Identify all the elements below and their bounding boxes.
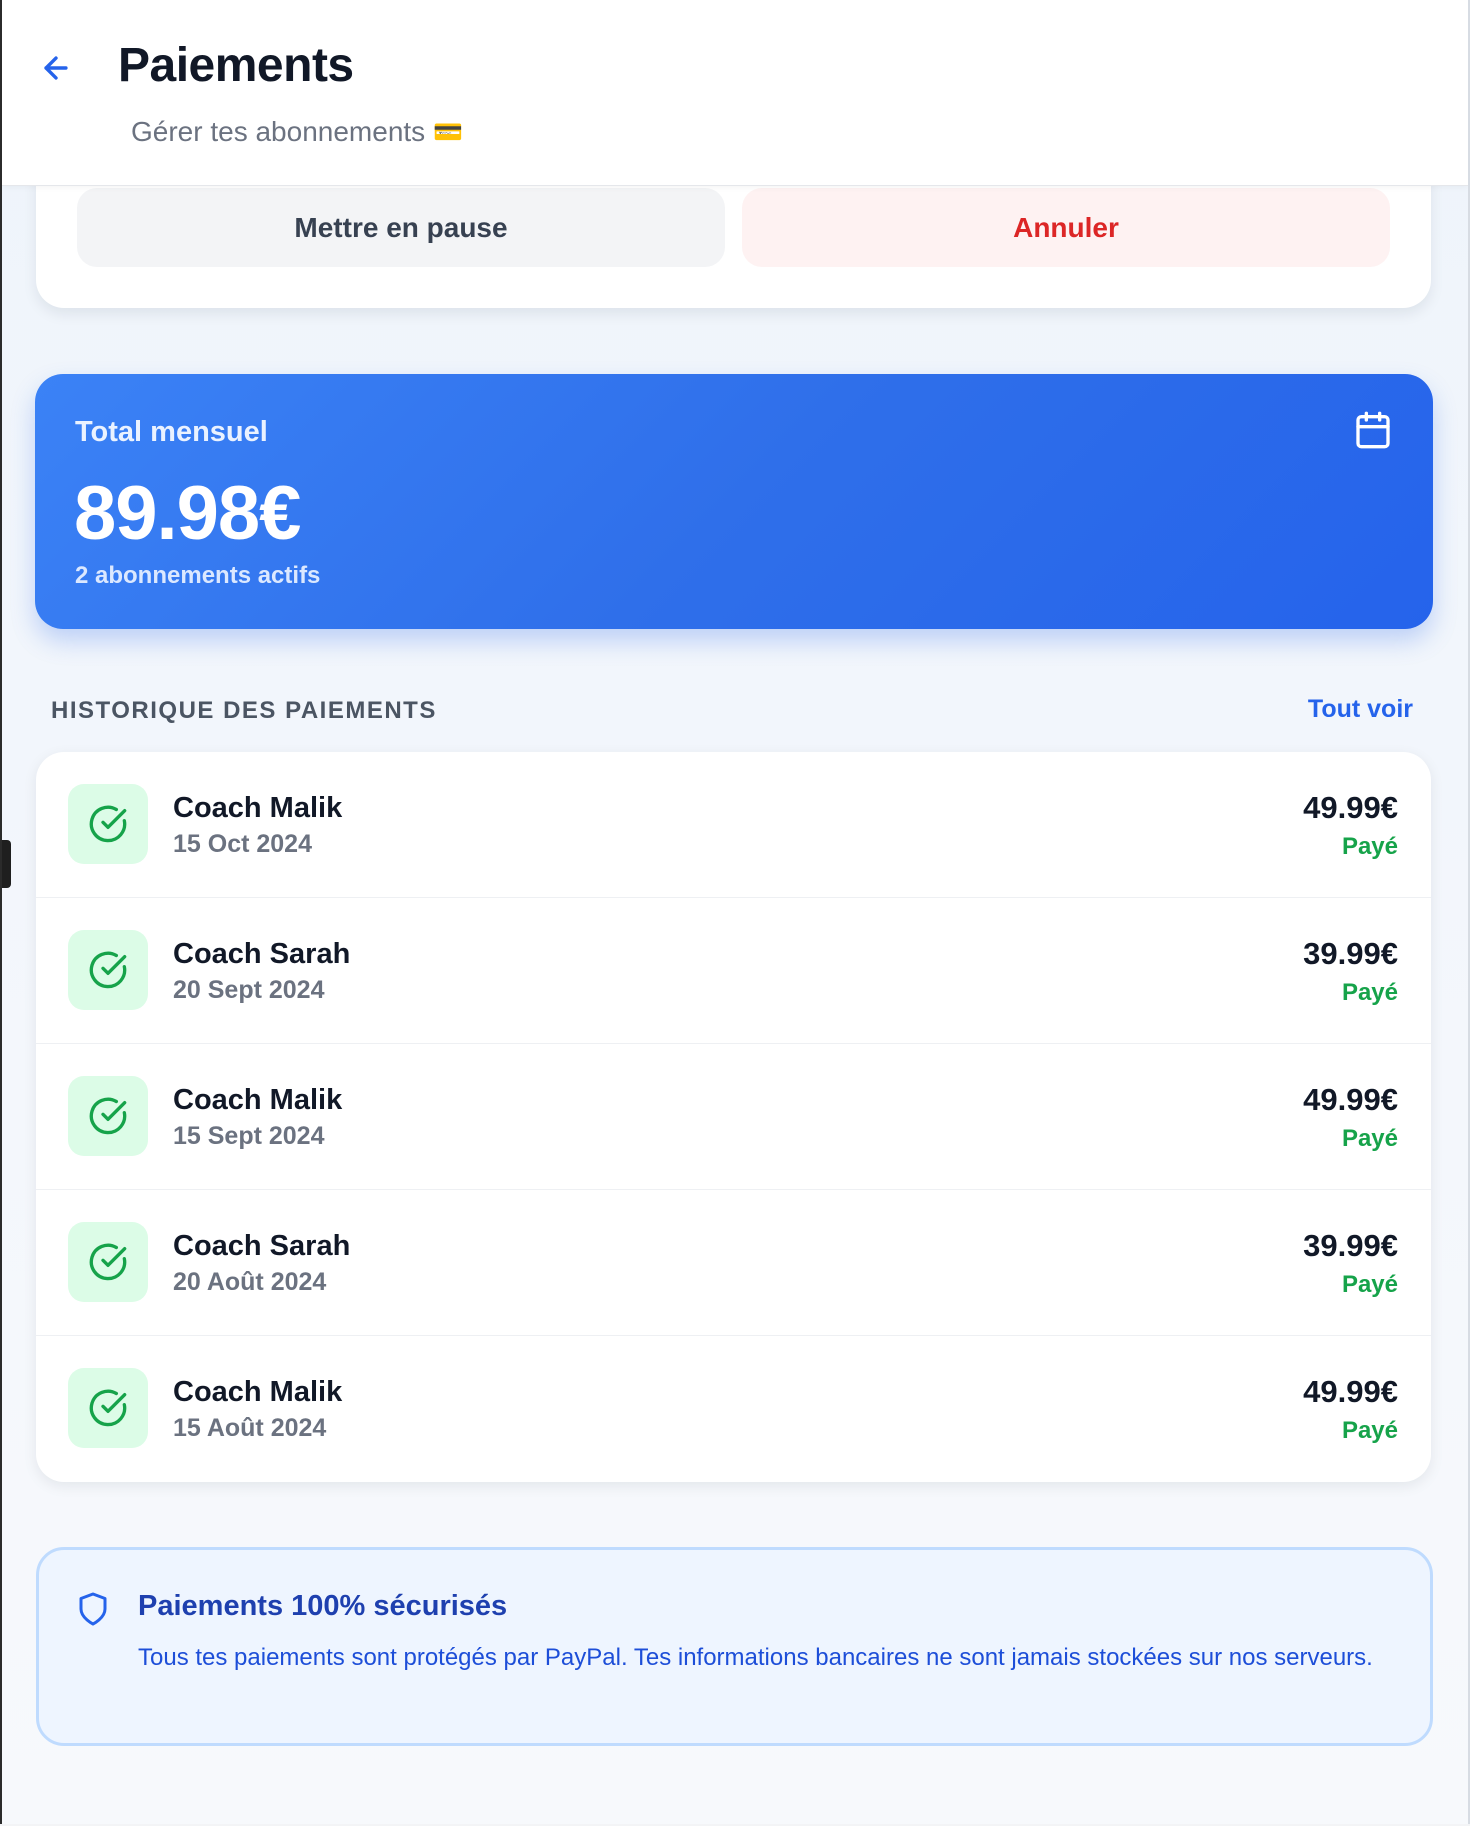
page-subtitle: Gérer tes abonnements 💳 bbox=[131, 116, 463, 148]
payments-screen: Paiements Gérer tes abonnements 💳 Mettre… bbox=[0, 0, 1470, 1824]
payment-amount: 39.99€ bbox=[1303, 1228, 1398, 1263]
check-circle-icon bbox=[68, 784, 148, 864]
page-subtitle-text: Gérer tes abonnements bbox=[131, 116, 426, 147]
payment-status: Payé bbox=[1341, 833, 1398, 860]
payment-history-list: Coach Malik 15 Oct 2024 49.99€ Payé Coac… bbox=[36, 752, 1431, 1482]
payment-date: 20 Août 2024 bbox=[173, 1268, 327, 1296]
credit-card-emoji: 💳 bbox=[433, 118, 464, 146]
payment-date: 15 Août 2024 bbox=[173, 1414, 327, 1442]
security-title: Paiements 100% sécurisés bbox=[138, 1590, 508, 1622]
payment-coach-name: Coach Sarah bbox=[173, 938, 351, 970]
security-notice: Paiements 100% sécurisés Tous tes paieme… bbox=[36, 1547, 1433, 1746]
arrow-left-icon bbox=[44, 56, 68, 80]
security-description: Tous tes paiements sont protégés par Pay… bbox=[138, 1644, 1373, 1671]
payment-date: 20 Sept 2024 bbox=[173, 976, 325, 1004]
back-button[interactable] bbox=[36, 44, 76, 92]
check-circle-icon bbox=[68, 1222, 148, 1302]
check-circle-icon bbox=[68, 930, 148, 1010]
payment-date: 15 Sept 2024 bbox=[173, 1122, 325, 1150]
total-label: Total mensuel bbox=[75, 416, 268, 448]
payment-coach-name: Coach Malik bbox=[173, 792, 343, 824]
payment-status: Payé bbox=[1341, 1271, 1398, 1298]
payment-amount: 39.99€ bbox=[1303, 936, 1398, 971]
total-amount: 89.98€ bbox=[74, 471, 301, 556]
payment-amount: 49.99€ bbox=[1303, 790, 1398, 825]
payment-status: Payé bbox=[1341, 979, 1398, 1006]
check-circle-icon bbox=[68, 1368, 148, 1448]
shield-icon bbox=[79, 1592, 107, 1626]
payment-row[interactable]: Coach Sarah 20 Sept 2024 39.99€ Payé bbox=[36, 898, 1431, 1044]
payment-status: Payé bbox=[1341, 1417, 1398, 1444]
pause-button[interactable]: Mettre en pause bbox=[77, 188, 725, 267]
page-title: Paiements bbox=[118, 39, 354, 92]
payment-row[interactable]: Coach Malik 15 Sept 2024 49.99€ Payé bbox=[36, 1044, 1431, 1190]
payment-amount: 49.99€ bbox=[1303, 1082, 1398, 1117]
payment-row[interactable]: Coach Malik 15 Oct 2024 49.99€ Payé bbox=[36, 752, 1431, 898]
payment-coach-name: Coach Malik bbox=[173, 1084, 343, 1116]
side-handle[interactable] bbox=[2, 840, 11, 888]
active-subscriptions-count: 2 abonnements actifs bbox=[75, 562, 321, 589]
payment-row[interactable]: Coach Sarah 20 Août 2024 39.99€ Payé bbox=[36, 1190, 1431, 1336]
payment-row[interactable]: Coach Malik 15 Août 2024 49.99€ Payé bbox=[36, 1336, 1431, 1481]
monthly-total-card: Total mensuel 89.98€ 2 abonnements actif… bbox=[35, 374, 1433, 629]
check-circle-icon bbox=[68, 1076, 148, 1156]
payment-status: Payé bbox=[1341, 1125, 1398, 1152]
payment-coach-name: Coach Malik bbox=[173, 1376, 343, 1408]
calendar-icon[interactable] bbox=[1353, 410, 1393, 450]
app-header: Paiements Gérer tes abonnements 💳 bbox=[2, 0, 1468, 186]
see-all-link[interactable]: Tout voir bbox=[1308, 695, 1413, 724]
payment-amount: 49.99€ bbox=[1303, 1374, 1398, 1409]
cancel-button[interactable]: Annuler bbox=[742, 188, 1390, 267]
payment-coach-name: Coach Sarah bbox=[173, 1230, 351, 1262]
payment-date: 15 Oct 2024 bbox=[173, 830, 312, 858]
history-section-title: HISTORIQUE DES PAIEMENTS bbox=[51, 697, 437, 724]
